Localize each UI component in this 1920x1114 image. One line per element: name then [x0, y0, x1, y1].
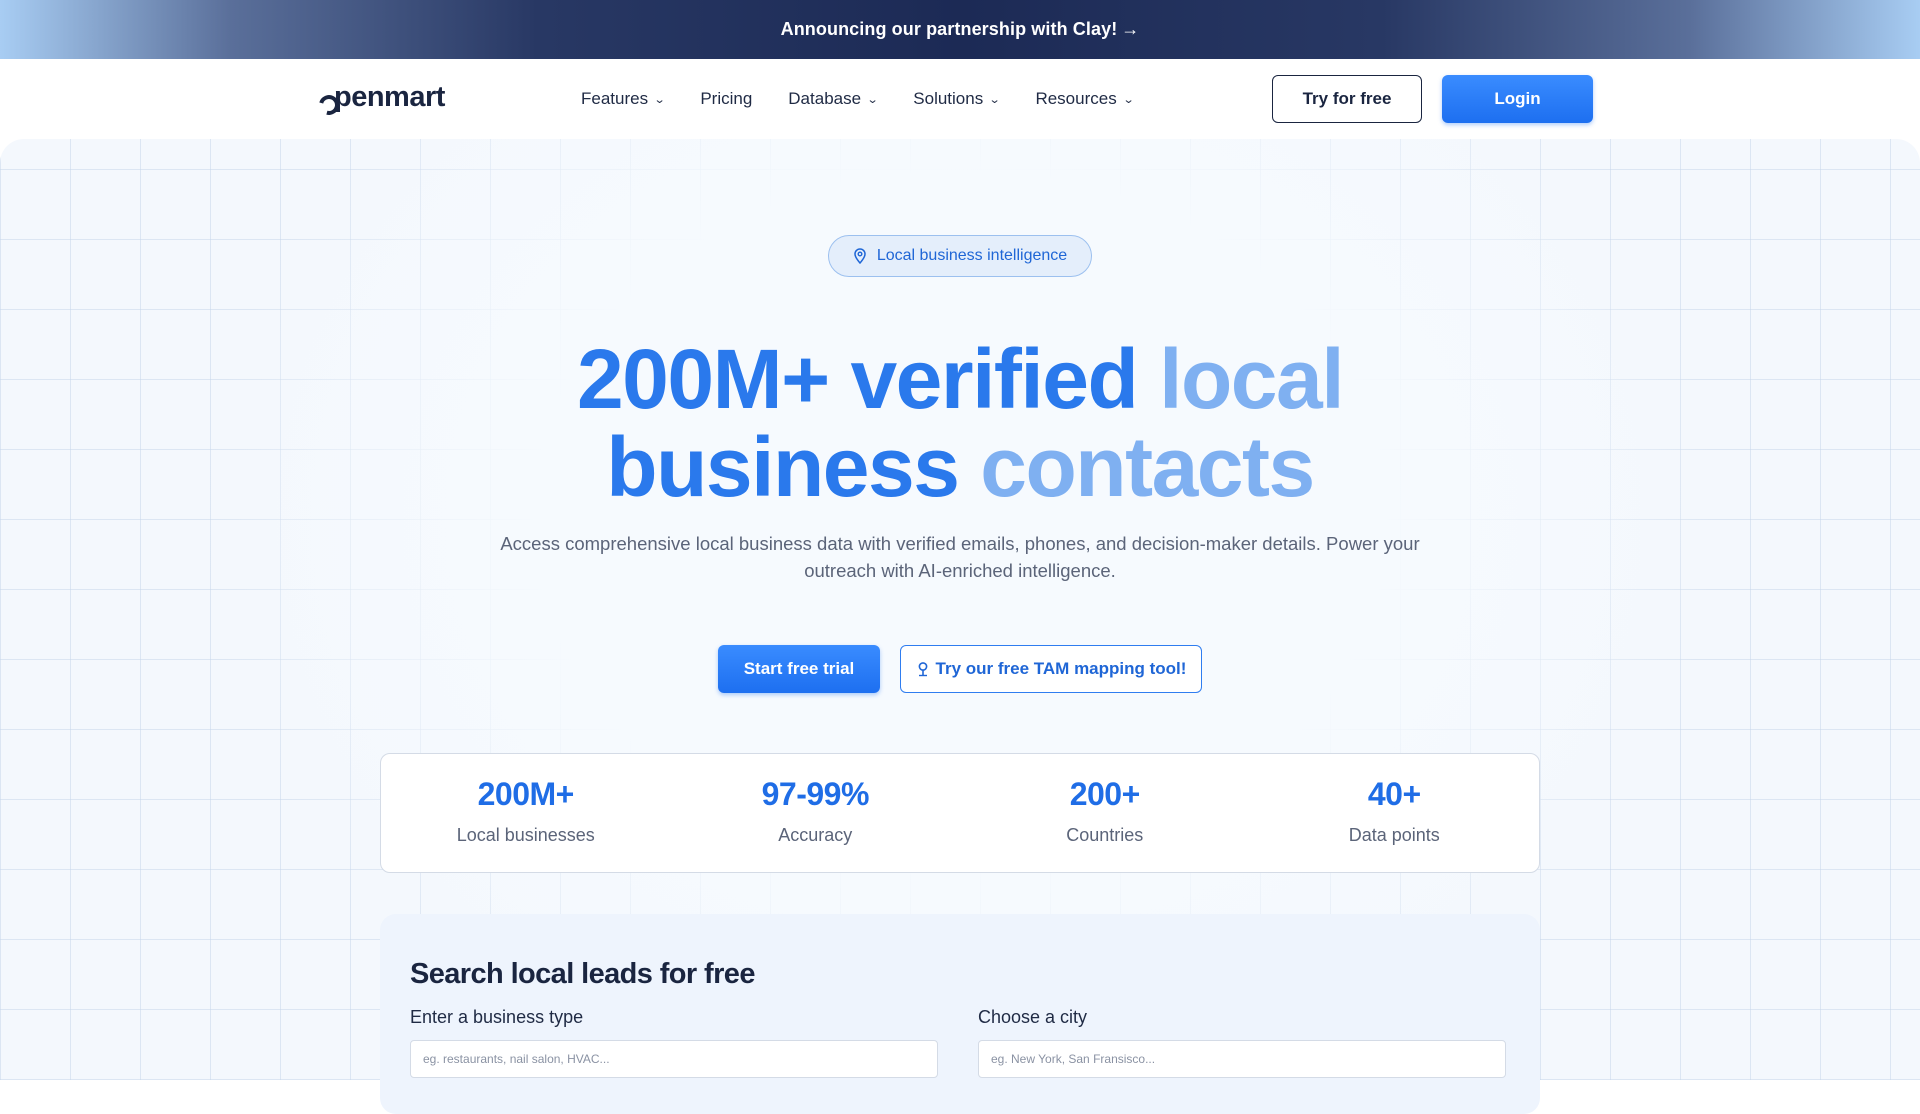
nav-links: Features ⌄ Pricing Database ⌄ Solutions …: [581, 59, 1169, 139]
announcement-text: Announcing our partnership with Clay!: [780, 19, 1118, 39]
stat-countries: 200+ Countries: [960, 754, 1250, 872]
tam-button-label: Try our free TAM mapping tool!: [935, 659, 1187, 678]
nav-link-features[interactable]: Features ⌄: [581, 89, 666, 109]
openmart-logo[interactable]: penmart: [319, 81, 445, 114]
stat-accuracy: 97-99% Accuracy: [671, 754, 961, 872]
chevron-down-icon: ⌄: [1122, 93, 1135, 106]
stat-data-points: 40+ Data points: [1250, 754, 1540, 872]
headline-part-3: business: [606, 420, 960, 514]
nav-link-label: Resources: [1035, 89, 1117, 108]
nav-link-label: Features: [581, 89, 649, 108]
stat-label: Local businesses: [456, 825, 595, 845]
nav-link-solutions[interactable]: Solutions ⌄: [913, 89, 1001, 109]
nav-link-pricing[interactable]: Pricing: [700, 89, 752, 109]
nav-link-database[interactable]: Database ⌄: [788, 89, 879, 109]
headline-part-2: local: [1159, 332, 1344, 426]
badge-label: Local business intelligence: [876, 247, 1068, 264]
nav-link-label: Solutions: [913, 89, 984, 108]
stat-value: 40+: [1367, 776, 1421, 812]
top-navigation: penmart Features ⌄ Pricing Database ⌄ So…: [0, 59, 1920, 139]
location-pin-icon: [854, 248, 866, 264]
nav-link-label: Database: [788, 89, 862, 108]
stat-label: Accuracy: [778, 825, 853, 845]
city-input[interactable]: [978, 1040, 1506, 1078]
announcement-banner[interactable]: Announcing our partnership with Clay! →: [0, 0, 1920, 59]
tam-mapping-tool-button[interactable]: Try our free TAM mapping tool!: [900, 645, 1202, 693]
stat-label: Data points: [1348, 825, 1440, 845]
stat-value: 200M+: [477, 776, 575, 812]
login-button[interactable]: Login: [1442, 75, 1593, 123]
chevron-down-icon: ⌄: [653, 93, 666, 106]
arrow-right-icon: →: [1121, 19, 1140, 39]
hero-subtext: Access comprehensive local business data…: [500, 533, 1420, 581]
local-business-intelligence-badge: Local business intelligence: [828, 235, 1092, 277]
nav-link-label: Pricing: [700, 89, 753, 108]
chevron-down-icon: ⌄: [866, 93, 879, 106]
hero-headline: 200M+ verified local business contacts: [0, 335, 1920, 511]
hero-section: Local business intelligence 200M+ verifi…: [0, 139, 1920, 1114]
nav-link-resources[interactable]: Resources ⌄: [1035, 89, 1135, 109]
map-pin-icon: [918, 661, 927, 676]
search-leads-card: Search local leads for free Enter a busi…: [380, 914, 1540, 1114]
business-type-label: Enter a business type: [410, 1007, 584, 1027]
logo-mark-icon: [319, 91, 333, 111]
logo-text: penmart: [334, 81, 445, 113]
chevron-down-icon: ⌄: [988, 93, 1001, 106]
start-free-trial-button[interactable]: Start free trial: [718, 645, 880, 693]
stat-value: 97-99%: [761, 776, 870, 812]
stat-local-businesses: 200M+ Local businesses: [381, 754, 671, 872]
city-label: Choose a city: [978, 1007, 1088, 1027]
stat-value: 200+: [1069, 776, 1141, 812]
headline-part-4: contacts: [980, 420, 1315, 514]
headline-part-1: 200M+ verified: [576, 332, 1139, 426]
business-type-input[interactable]: [410, 1040, 938, 1078]
try-for-free-button[interactable]: Try for free: [1272, 75, 1422, 123]
search-title: Search local leads for free: [410, 958, 755, 990]
stats-panel: 200M+ Local businesses 97-99% Accuracy 2…: [380, 753, 1540, 873]
stat-label: Countries: [1066, 825, 1144, 845]
